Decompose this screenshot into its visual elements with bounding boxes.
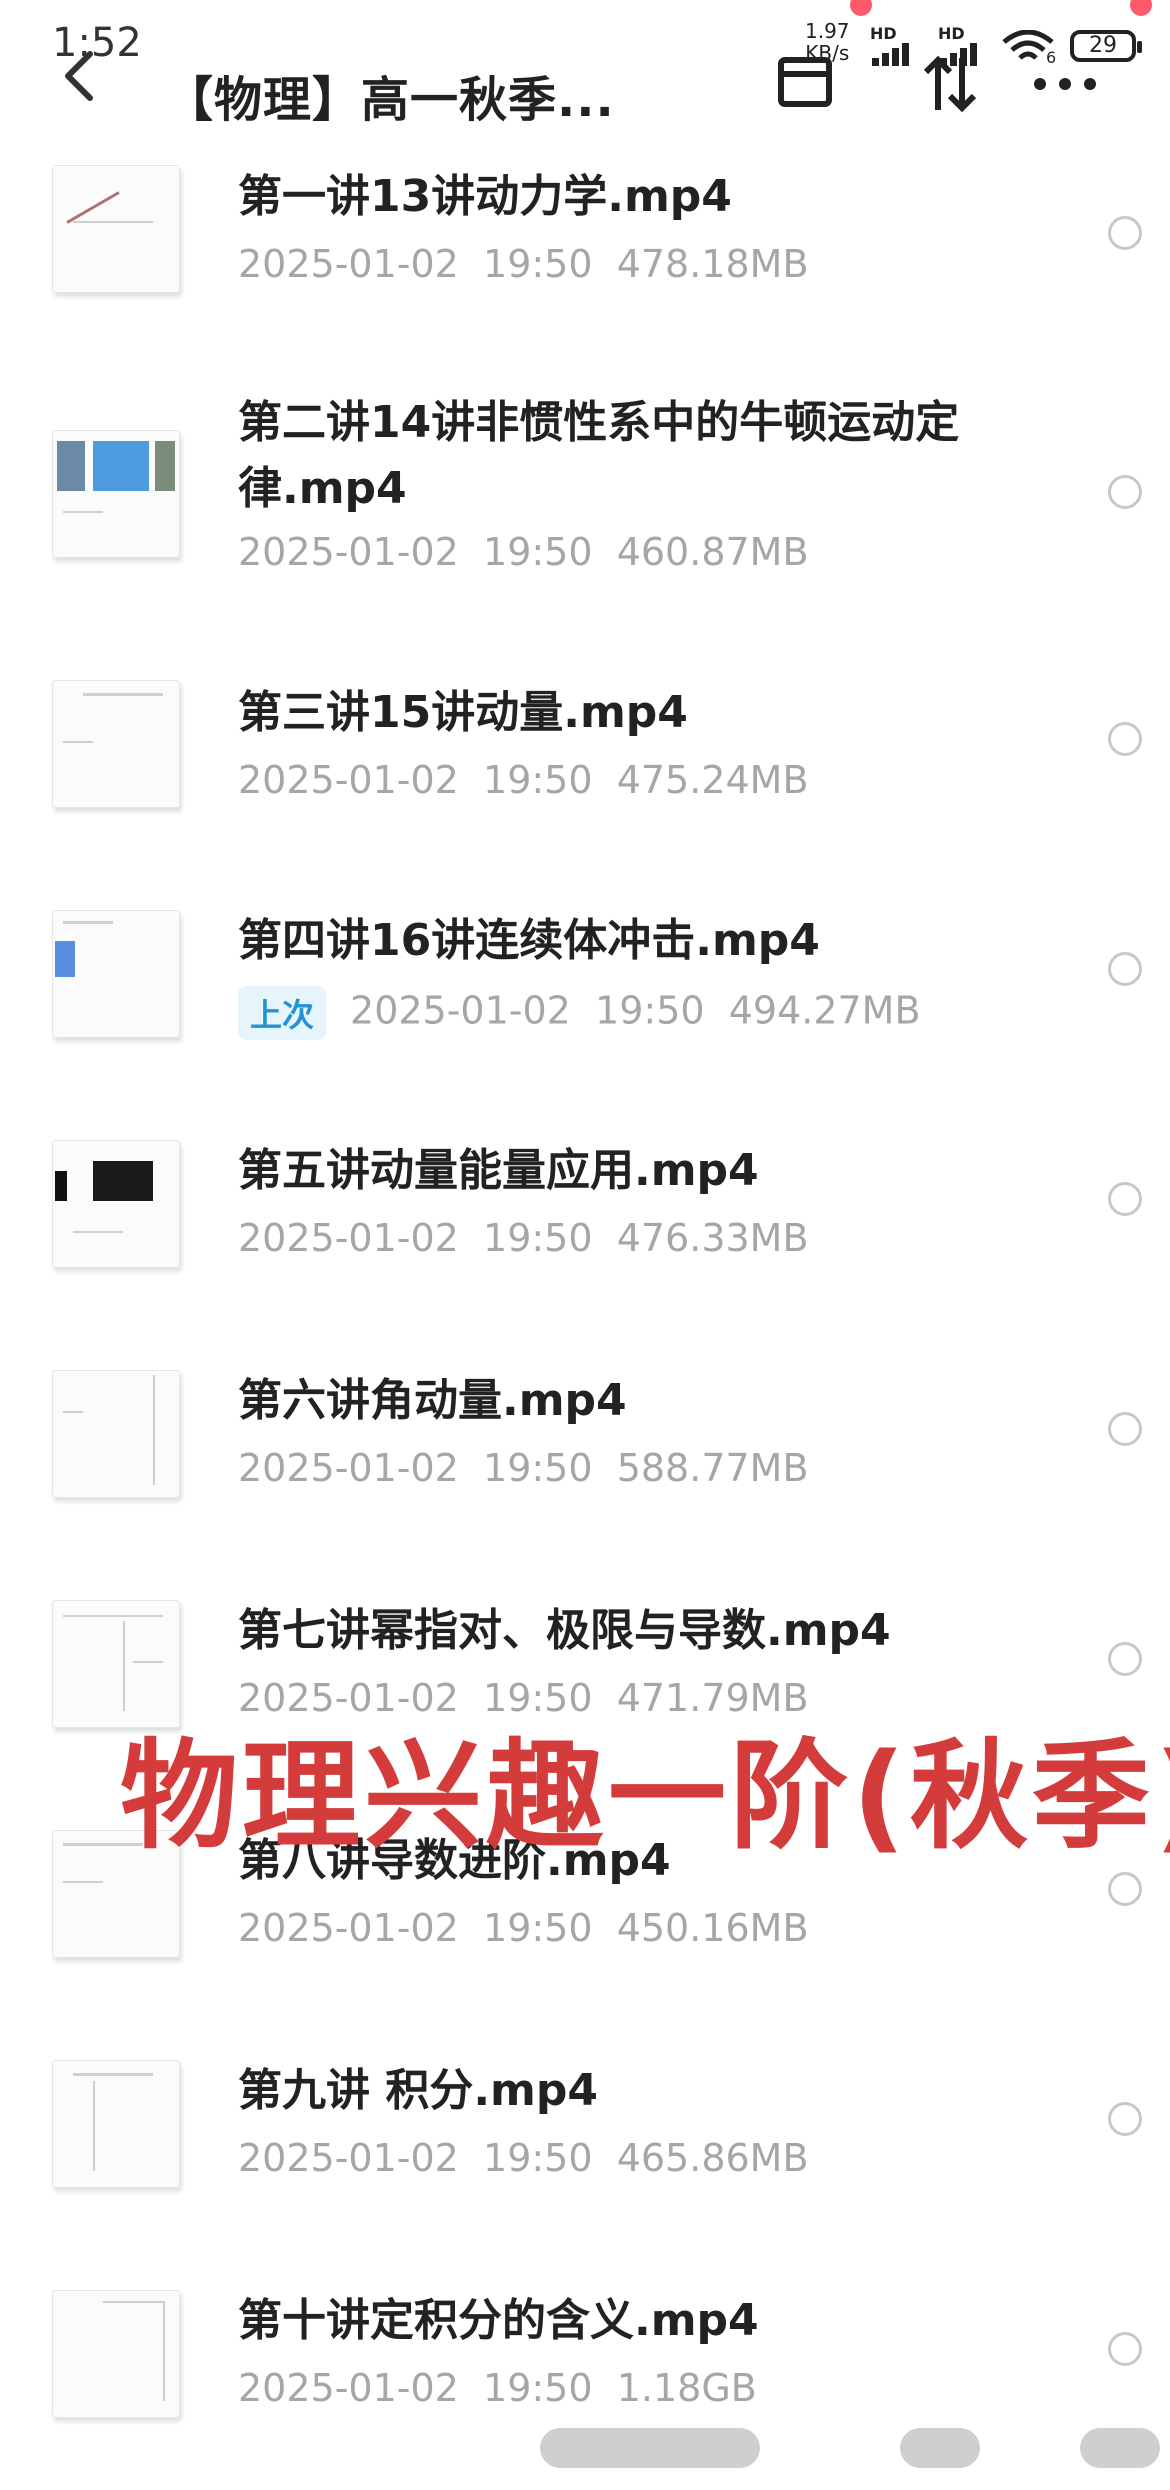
select-radio[interactable] [1108,1182,1142,1216]
select-radio[interactable] [1108,1412,1142,1446]
file-meta: 2025-01-02 19:50 478.18MB [238,242,809,286]
list-item[interactable]: 第一讲13讲动力学.mp4 2025-01-02 19:50 478.18MB [0,140,1170,360]
file-title: 第九讲 积分.mp4 [238,2065,598,2116]
notification-dot [1130,0,1152,16]
window-icon[interactable] [775,54,835,110]
list-item[interactable]: 第三讲15讲动量.mp4 2025-01-02 19:50 475.24MB [0,660,1170,880]
file-title: 第三讲15讲动量.mp4 [238,687,688,738]
select-radio[interactable] [1108,1872,1142,1906]
video-thumbnail [52,910,180,1038]
file-title: 第六讲角动量.mp4 [238,1375,627,1426]
list-item[interactable]: 第二讲14讲非惯性系中的牛顿运动定律.mp4 2025-01-02 19:50 … [0,360,1170,630]
file-title: 第一讲13讲动力学.mp4 [238,171,732,222]
file-meta: 2025-01-02 19:50 465.86MB [238,2136,809,2180]
file-meta: 2025-01-02 19:50 1.18GB [238,2366,757,2410]
notification-dot [850,0,872,16]
video-thumbnail [52,430,180,558]
bottom-toolbar-pill[interactable] [1080,2428,1160,2468]
list-item[interactable]: 第五讲动量能量应用.mp4 2025-01-02 19:50 476.33MB [0,1120,1170,1340]
file-title: 第七讲幂指对、极限与导数.mp4 [238,1605,891,1656]
video-thumbnail [52,165,180,293]
select-radio[interactable] [1108,722,1142,756]
select-radio[interactable] [1108,952,1142,986]
video-thumbnail [52,2060,180,2188]
sort-icon[interactable] [922,54,978,114]
list-item[interactable]: 第九讲 积分.mp4 2025-01-02 19:50 465.86MB [0,2040,1170,2260]
video-thumbnail [52,680,180,808]
list-item[interactable]: 第六讲角动量.mp4 2025-01-02 19:50 588.77MB [0,1350,1170,1570]
select-radio[interactable] [1108,1642,1142,1676]
video-thumbnail [52,1370,180,1498]
select-radio[interactable] [1108,2102,1142,2136]
select-radio[interactable] [1108,475,1142,509]
select-radio[interactable] [1108,216,1142,250]
watermark-text: 物理兴趣一阶(秋季) [120,1727,1170,1865]
bottom-toolbar-pill[interactable] [900,2428,980,2468]
file-meta: 2025-01-02 19:50 588.77MB [238,1446,809,1490]
file-title: 第五讲动量能量应用.mp4 [238,1145,759,1196]
bottom-toolbar-pill[interactable] [540,2428,760,2468]
list-item[interactable]: 第四讲16讲连续体冲击.mp4 上次 2025-01-02 19:50 494.2… [0,890,1170,1110]
more-options-icon[interactable] [1030,74,1100,94]
last-played-badge: 上次 [238,986,327,1040]
video-thumbnail [52,2290,180,2418]
file-title: 第十讲定积分的含义.mp4 [238,2295,759,2346]
file-meta: 2025-01-02 19:50 460.87MB [238,530,809,574]
file-meta: 2025-01-02 19:50 476.33MB [238,1216,809,1260]
file-title: 第二讲14讲非惯性系中的牛顿运动定律.mp4 [238,397,960,514]
file-meta: 上次 2025-01-02 19:50 494.27MB [238,986,921,1040]
page-title: 【物理】高一秋季... [165,72,615,128]
back-arrow-icon[interactable] [60,48,100,104]
file-title: 第四讲16讲连续体冲击.mp4 [238,915,820,966]
app-header: 【物理】高一秋季... [0,30,1170,128]
file-meta: 2025-01-02 19:50 475.24MB [238,758,809,802]
file-meta: 2025-01-02 19:50 450.16MB [238,1906,809,1950]
video-thumbnail [52,1140,180,1268]
select-radio[interactable] [1108,2332,1142,2366]
